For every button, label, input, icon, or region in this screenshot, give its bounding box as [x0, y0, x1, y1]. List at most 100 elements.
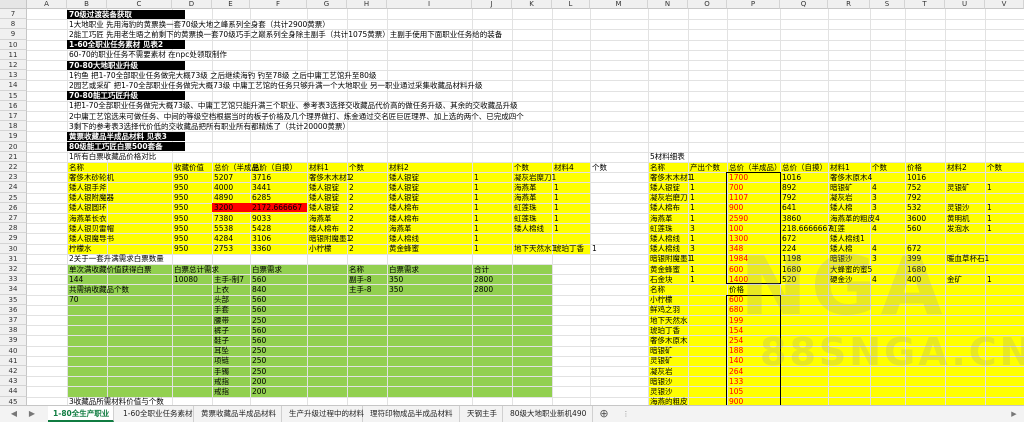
cell[interactable]: 641: [780, 203, 796, 212]
row-header[interactable]: 39: [0, 335, 27, 346]
sheet-tab[interactable]: 1-80全生产职业: [48, 406, 114, 422]
cell[interactable]: 3860: [780, 214, 801, 223]
cell[interactable]: 矮人银锭: [307, 203, 339, 212]
column-header[interactable]: S: [870, 0, 905, 9]
cell[interactable]: 暗银矿: [828, 183, 853, 192]
row-header[interactable]: 31: [0, 253, 27, 264]
cell[interactable]: 3: [870, 254, 877, 263]
cell[interactable]: 4000: [212, 183, 233, 192]
sheet-tab[interactable]: 1-60全职业任务素材: [118, 406, 194, 422]
sheet-tab[interactable]: 80级大地职业新机490: [505, 406, 593, 422]
cell[interactable]: 3: [688, 244, 695, 253]
cell[interactable]: 矮人棉布: [387, 203, 419, 212]
cell[interactable]: 5材料细表: [648, 152, 685, 161]
cell[interactable]: 奢侈木木材1: [648, 173, 692, 182]
cell[interactable]: 个数: [985, 163, 1002, 172]
cell[interactable]: 矮人银锭: [307, 183, 339, 192]
sheet-tab[interactable]: 理符印物成品半成品材料: [365, 406, 460, 422]
row-header[interactable]: 25: [0, 192, 27, 203]
cell[interactable]: 792: [780, 193, 796, 202]
cell[interactable]: 70-80大地职业升级: [67, 60, 185, 70]
cell[interactable]: 矮人银魔导书: [67, 234, 114, 243]
cell[interactable]: 1198: [780, 254, 801, 263]
cell[interactable]: 金矿: [945, 275, 962, 284]
more-sheets-icon[interactable]: ⋮: [620, 409, 632, 419]
row-header[interactable]: 24: [0, 182, 27, 193]
cell[interactable]: 2800: [472, 285, 493, 294]
cell[interactable]: 1: [472, 203, 479, 212]
cell[interactable]: 950: [172, 193, 188, 202]
cell[interactable]: 奢侈木木材1: [307, 173, 351, 182]
cell[interactable]: 2: [347, 193, 354, 202]
cell[interactable]: 5207: [212, 173, 233, 182]
cell[interactable]: 2: [347, 224, 354, 233]
cell[interactable]: 1: [472, 224, 479, 233]
cell[interactable]: 矮人棉线: [648, 234, 680, 243]
row-header[interactable]: 11: [0, 49, 27, 60]
cell[interactable]: 1: [688, 183, 695, 192]
cell[interactable]: 材料1: [307, 163, 329, 172]
row-header[interactable]: 23: [0, 172, 27, 183]
cell[interactable]: 上衣: [212, 285, 229, 294]
cell[interactable]: 小柠檬: [648, 295, 673, 304]
cell[interactable]: 200: [250, 377, 266, 386]
cell[interactable]: 价格: [727, 285, 744, 294]
cell[interactable]: 1680: [905, 265, 926, 274]
cell[interactable]: 虹莲珠: [648, 224, 673, 233]
cell[interactable]: 950: [172, 183, 188, 192]
row-header[interactable]: 37: [0, 315, 27, 326]
cell[interactable]: 1: [552, 214, 559, 223]
cell[interactable]: 1: [985, 183, 992, 192]
cell[interactable]: 柠檬水: [67, 244, 92, 253]
row-header[interactable]: 43: [0, 376, 27, 387]
cell[interactable]: 戒指: [212, 387, 229, 396]
sheet-tab[interactable]: 黄票收藏品半成品材料: [196, 406, 282, 422]
cell[interactable]: 个数: [870, 163, 887, 172]
hscroll-right-icon[interactable]: ▶: [1008, 409, 1020, 419]
cell[interactable]: 560: [250, 305, 266, 314]
cell[interactable]: 奢侈木原木: [648, 336, 688, 345]
cell[interactable]: 2: [347, 244, 354, 253]
cell[interactable]: 1所有白票收藏品价格对比: [67, 152, 156, 161]
cell[interactable]: 2: [347, 234, 354, 243]
cell[interactable]: 3600: [905, 214, 926, 223]
cell[interactable]: 560: [905, 224, 921, 233]
cell[interactable]: 1: [985, 275, 992, 284]
cell[interactable]: 灵银沙: [945, 203, 970, 212]
column-header[interactable]: P: [727, 0, 780, 9]
row-header[interactable]: 8: [0, 19, 27, 30]
cell[interactable]: 材料1: [828, 163, 850, 172]
cell[interactable]: 3360: [250, 244, 271, 253]
cell[interactable]: 合计: [472, 265, 489, 274]
cell[interactable]: 4: [870, 275, 877, 284]
cell[interactable]: 1: [472, 173, 479, 182]
cell[interactable]: 虹莲: [828, 224, 845, 233]
column-header[interactable]: K: [512, 0, 552, 9]
column-header[interactable]: O: [688, 0, 727, 9]
select-all-corner[interactable]: [0, 0, 27, 9]
column-header[interactable]: D: [172, 0, 212, 9]
cell[interactable]: 1016: [905, 173, 926, 182]
cell[interactable]: 9033: [250, 214, 271, 223]
cell[interactable]: 560: [250, 326, 266, 335]
cell[interactable]: 70级过渡装备获取: [67, 9, 185, 19]
cell[interactable]: 200: [250, 387, 266, 396]
cell[interactable]: 矮人银锭: [648, 183, 680, 192]
column-header[interactable]: A: [27, 0, 67, 9]
cell[interactable]: 3: [870, 193, 877, 202]
cell[interactable]: 2800: [472, 275, 493, 284]
cell[interactable]: 鞋子: [212, 336, 229, 345]
cell[interactable]: 名称: [648, 163, 665, 172]
cell[interactable]: 5538: [212, 224, 233, 233]
cell[interactable]: 1钓鱼 把1-70全部职业任务做完大概73级 之后继续海钓 钓至78级 之后中庸…: [67, 71, 376, 80]
column-header[interactable]: E: [212, 0, 250, 9]
row-header[interactable]: 15: [0, 90, 27, 101]
cell[interactable]: 项链: [212, 356, 229, 365]
cell[interactable]: 3716: [250, 173, 271, 182]
cell[interactable]: 暗银附魔墨1: [648, 254, 692, 263]
cell[interactable]: 560: [250, 295, 266, 304]
cell[interactable]: 560: [250, 336, 266, 345]
cell[interactable]: 腰带: [212, 316, 229, 325]
cell[interactable]: 矮人棉: [828, 244, 853, 253]
row-header[interactable]: 40: [0, 345, 27, 356]
